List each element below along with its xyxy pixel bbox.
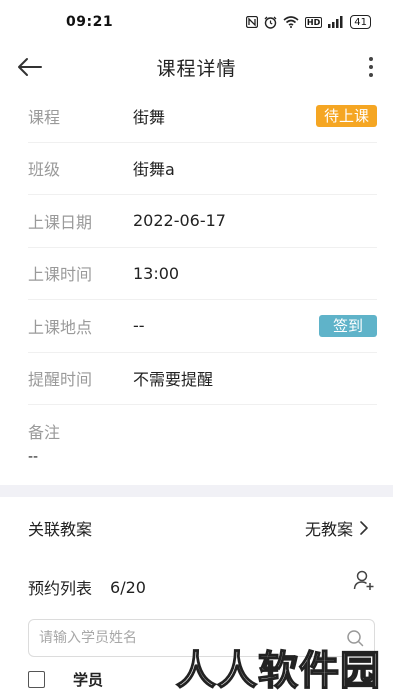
detail-value: 2022-06-17 (133, 211, 226, 231)
detail-row-reminder: 提醒时间 不需要提醒 (28, 353, 377, 405)
detail-value: 13:00 (133, 263, 180, 283)
detail-label: 提醒时间 (28, 370, 93, 390)
status-bar: 09:21 HD 41 (0, 0, 393, 44)
select-all-checkbox[interactable] (28, 671, 45, 688)
search-icon[interactable] (346, 629, 364, 647)
remark-label: 备注 (28, 423, 61, 442)
linked-plan-value-group: 无教案 (305, 516, 369, 540)
detail-row-class: 班级 街舞a (28, 143, 377, 195)
detail-row-course: 课程 街舞 待上课 (28, 90, 377, 143)
nfc-icon (245, 16, 258, 28)
add-user-icon[interactable] (353, 569, 375, 591)
detail-label: 班级 (28, 160, 61, 180)
status-icons: HD 41 (245, 15, 371, 29)
student-column-header: 学员 (73, 671, 104, 689)
more-dot-icon (369, 65, 373, 69)
detail-label: 上课时间 (28, 265, 93, 285)
student-list-header: 学员 (0, 657, 393, 690)
course-details: 课程 街舞 待上课 班级 街舞a 上课日期 2022-06-17 上课时间 13… (0, 90, 393, 485)
section-divider (0, 485, 393, 497)
remark-value: -- (28, 449, 39, 465)
back-button[interactable] (14, 52, 46, 82)
chevron-right-icon (360, 521, 368, 535)
detail-row-location: 上课地点 -- 签到 (28, 300, 377, 353)
detail-label: 上课地点 (28, 317, 93, 337)
check-in-button[interactable]: 签到 (318, 314, 377, 337)
arrow-left-icon (18, 58, 42, 76)
signal-icon (328, 16, 344, 28)
alarm-icon (264, 16, 277, 29)
student-search-box (28, 619, 375, 657)
wifi-icon (283, 16, 299, 28)
detail-value: 不需要提醒 (133, 370, 214, 390)
booking-label: 预约列表 (28, 579, 93, 598)
detail-row-time: 上课时间 13:00 (28, 248, 377, 300)
hd-icon: HD (304, 16, 323, 28)
remark-section: 备注 -- (28, 405, 377, 485)
linked-plan-row[interactable]: 关联教案 无教案 (0, 497, 393, 559)
detail-value: 街舞a (133, 160, 175, 180)
status-time: 09:21 (66, 14, 114, 30)
detail-label: 上课日期 (28, 212, 93, 232)
status-badge: 待上课 (315, 104, 377, 127)
detail-label: 课程 (28, 107, 61, 127)
linked-plan-value: 无教案 (304, 520, 353, 539)
student-search-input[interactable] (39, 630, 346, 646)
battery-indicator: 41 (350, 15, 371, 29)
page-title: 课程详情 (156, 57, 237, 80)
more-dot-icon (369, 73, 373, 77)
nav-bar: 课程详情 (0, 44, 393, 90)
booking-count: 6/20 (110, 577, 146, 597)
linked-plan-label: 关联教案 (28, 520, 93, 539)
more-dot-icon (369, 57, 373, 61)
more-options-button[interactable] (367, 54, 375, 80)
booking-header: 预约列表 6/20 (0, 559, 393, 615)
detail-row-date: 上课日期 2022-06-17 (28, 195, 377, 248)
